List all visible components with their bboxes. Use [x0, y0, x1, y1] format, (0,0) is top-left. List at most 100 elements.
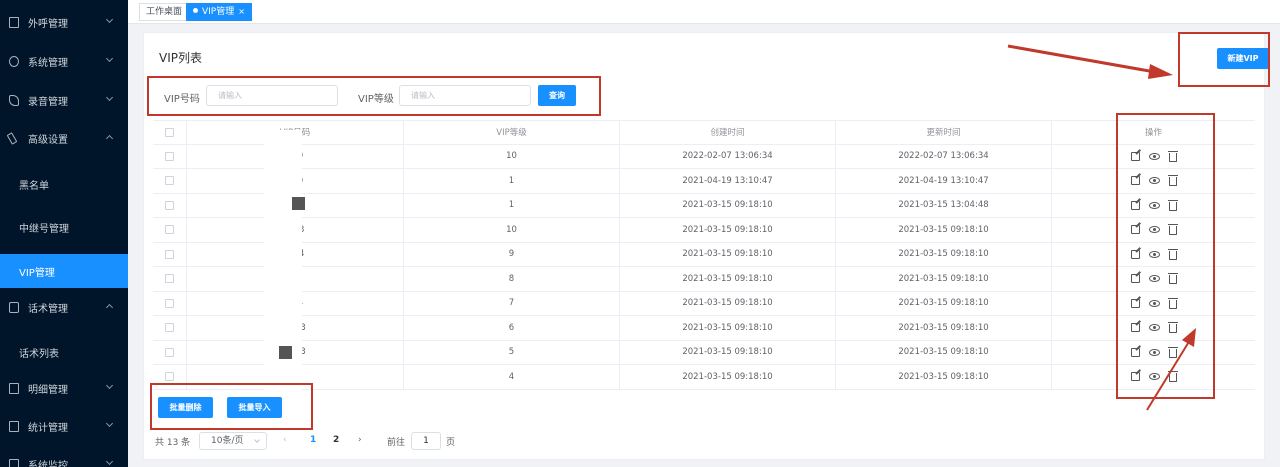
cell-level: 5	[404, 340, 620, 364]
privacy-mask	[292, 197, 305, 210]
table-row: 99012021-04-19 13:10:472021-04-19 13:10:…	[153, 169, 1255, 194]
gear-icon	[9, 55, 19, 67]
cell-created: 2021-03-15 09:18:10	[620, 218, 836, 242]
cell-level: 9	[404, 242, 620, 266]
select-cell	[153, 144, 187, 168]
table-row: 380102022-02-07 13:06:342022-02-07 13:06…	[153, 144, 1255, 169]
cell-level: 4	[404, 365, 620, 389]
page-size-select[interactable]: 10条/页	[199, 432, 267, 450]
tab-label: VIP管理	[202, 7, 235, 17]
chevron-down-icon	[105, 381, 114, 390]
table-row: 1 2021-03-15 09:18:10 2021-03-15 13:04:48	[153, 193, 1255, 218]
table-row: 482021-03-15 09:18:102021-03-15 09:18:10	[153, 267, 1255, 292]
row-checkbox[interactable]	[165, 249, 174, 259]
sidebar-item-vip[interactable]: VIP管理	[0, 254, 128, 288]
goto-label: 前往	[387, 438, 406, 448]
close-icon[interactable]: ×	[238, 7, 245, 16]
table-row: 312352021-03-15 09:18:102021-03-15 09:18…	[153, 340, 1255, 365]
annotation-arrow	[1007, 44, 1173, 79]
next-page-button[interactable]: ›	[358, 435, 362, 445]
sidebar-item-stats[interactable]: 统计管理	[0, 407, 128, 445]
sidebar-item-label: 话术管理	[28, 303, 68, 315]
page-2[interactable]: 2	[333, 435, 339, 445]
chevron-up-icon	[105, 303, 114, 312]
sidebar-item-label: 外呼管理	[28, 18, 68, 30]
row-checkbox[interactable]	[165, 176, 174, 186]
sidebar-item-trunk[interactable]: 中继号管理	[0, 210, 128, 244]
sidebar-item-advanced[interactable]: 高级设置	[0, 119, 128, 157]
tab-workbench[interactable]: 工作桌面	[139, 3, 190, 21]
cell-updated: 2021-03-15 09:18:10	[836, 340, 1052, 364]
sidebar-item-label: 高级设置	[28, 134, 68, 146]
col-header: VIP等级	[404, 121, 620, 144]
doc-icon	[9, 420, 19, 432]
select-cell	[153, 218, 187, 242]
cell-updated: 2021-03-15 09:18:10	[836, 218, 1052, 242]
table-row: 3 53102021-03-15 09:18:102021-03-15 09:1…	[153, 218, 1255, 243]
sidebar-item-script[interactable]: 话术管理	[0, 288, 128, 326]
select-all-cell	[153, 121, 187, 144]
cell-updated: 2021-03-15 09:18:10	[836, 267, 1052, 291]
page-size-value: 10条/页	[211, 436, 244, 446]
annotation-arrow	[1146, 328, 1196, 411]
sidebar-item-blacklist[interactable]: 黑名单	[0, 167, 128, 201]
row-checkbox[interactable]	[165, 298, 174, 308]
cell-level: 6	[404, 316, 620, 340]
row-checkbox[interactable]	[165, 323, 174, 333]
sidebar-item-label: VIP管理	[19, 267, 55, 279]
cell-updated: 2021-03-15 09:18:10	[836, 291, 1052, 315]
annotation-box-new-button	[1178, 32, 1270, 87]
chevron-down-icon	[105, 419, 114, 428]
cell-updated: 2021-03-15 09:18:10	[836, 316, 1052, 340]
prev-page-button[interactable]: ‹	[283, 435, 287, 445]
select-cell	[153, 242, 187, 266]
select-cell	[153, 267, 187, 291]
chevron-down-icon	[105, 54, 114, 63]
monitor-icon	[9, 458, 19, 467]
cell-created: 2021-04-19 13:10:47	[620, 169, 836, 193]
privacy-mask	[279, 346, 292, 359]
chevron-down-icon	[105, 15, 114, 24]
sidebar-item-label: 录音管理	[28, 96, 68, 108]
chevron-down-icon	[105, 457, 114, 466]
cell-created: 2022-02-07 13:06:34	[620, 144, 836, 168]
row-checkbox[interactable]	[165, 225, 174, 235]
tab-vip[interactable]: VIP管理 ×	[186, 3, 252, 21]
row-checkbox[interactable]	[165, 274, 174, 284]
row-checkbox[interactable]	[165, 372, 174, 382]
select-cell	[153, 291, 187, 315]
sidebar-item-label: 系统管理	[28, 57, 68, 69]
sidebar-item-script-list[interactable]: 话术列表	[0, 335, 128, 369]
doc-icon	[9, 16, 19, 28]
table-row: 2 2492021-03-15 09:18:102021-03-15 09:18…	[153, 242, 1255, 267]
sidebar-item-recording[interactable]: 录音管理	[0, 81, 128, 119]
sidebar-item-label: 明细管理	[28, 384, 68, 396]
select-all-checkbox[interactable]	[165, 127, 174, 137]
cell-created: 2021-03-15 09:18:10	[620, 193, 836, 217]
row-checkbox[interactable]	[165, 347, 174, 357]
tabs-bar: 工作桌面 VIP管理 ×	[128, 0, 1280, 24]
row-checkbox[interactable]	[165, 151, 174, 161]
sidebar-item-monitor[interactable]: 系统监控	[0, 445, 128, 467]
goto-page-input[interactable]: 1	[411, 432, 441, 450]
pen-icon	[6, 131, 18, 145]
row-checkbox[interactable]	[165, 200, 174, 210]
annotation-box-bulk	[150, 383, 313, 430]
cell-created: 2021-03-15 09:18:10	[620, 267, 836, 291]
cell-created: 2021-03-15 09:18:10	[620, 242, 836, 266]
table-row: 23472021-03-15 09:18:102021-03-15 09:18:…	[153, 291, 1255, 316]
page-1[interactable]: 1	[310, 435, 316, 445]
sidebar-item-system[interactable]: 系统管理	[0, 42, 128, 80]
chevron-down-icon	[254, 437, 260, 443]
cell-level: 1	[404, 193, 620, 217]
active-dot-icon	[193, 8, 198, 13]
total-count: 共 13 条	[155, 438, 191, 448]
table-row: 4 2021-03-15 09:18:10 2021-03-15 09:18:10	[153, 365, 1255, 390]
cell-level: 1	[404, 169, 620, 193]
table-header: VIP号码 VIP等级 创建时间 更新时间 操作	[153, 120, 1255, 145]
sidebar-item-label: 中继号管理	[19, 223, 69, 235]
cell-level: 7	[404, 291, 620, 315]
sidebar-item-detail[interactable]: 明细管理	[0, 369, 128, 407]
sidebar-item-outbound[interactable]: 外呼管理	[0, 3, 128, 41]
sidebar-item-label: 话术列表	[19, 348, 59, 360]
